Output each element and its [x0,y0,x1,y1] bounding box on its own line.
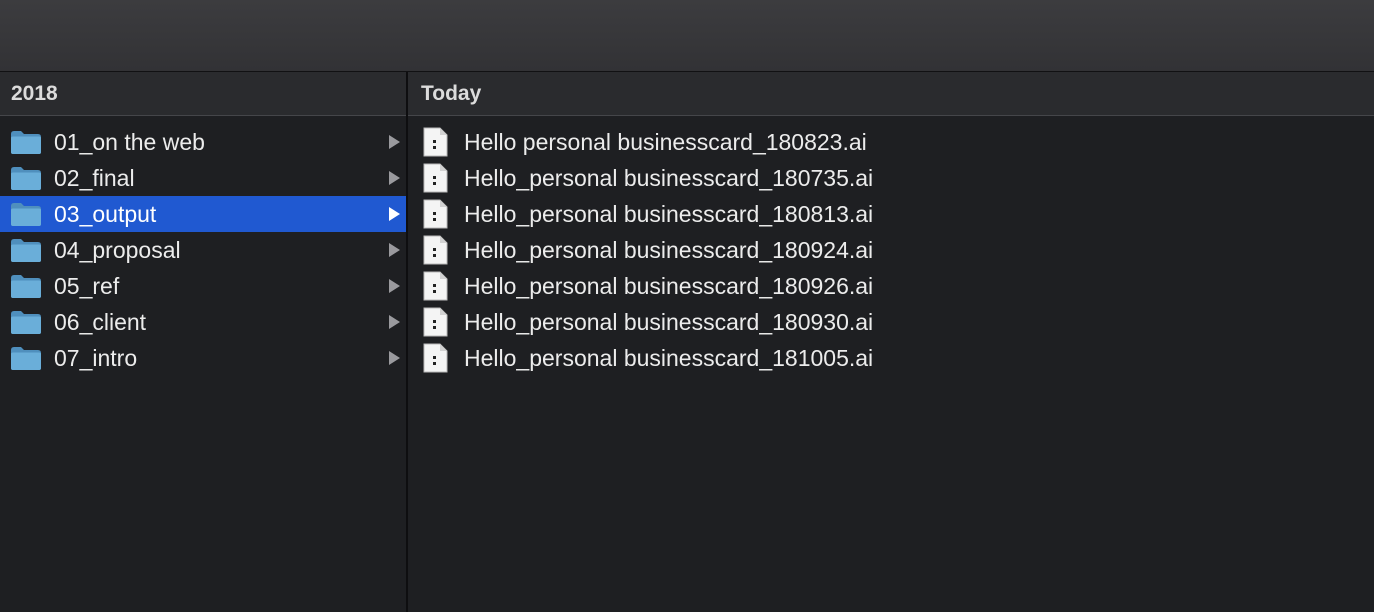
file-row[interactable]: Hello_personal businesscard_181005.ai [408,340,1374,376]
disclosure-arrow-icon [389,207,400,221]
file-row[interactable]: Hello_personal businesscard_180924.ai [408,232,1374,268]
document-icon [423,199,448,229]
disclosure-arrow-icon [389,135,400,149]
document-icon [423,127,448,157]
document-icon [423,235,448,265]
folder-row-07[interactable]: 07_intro [0,340,406,376]
file-label: Hello_personal businesscard_180735.ai [464,164,874,191]
folder-row-05[interactable]: 05_ref [0,268,406,304]
disclosure-arrow-icon [389,315,400,329]
folder-label: 05_ref [54,272,120,299]
folder-icon [11,131,41,154]
folder-icon [11,311,41,334]
disclosure-arrow-icon [389,351,400,365]
file-row[interactable]: Hello_personal businesscard_180926.ai [408,268,1374,304]
folder-list: 01_on the web 02_final 03_output 04_prop… [0,116,406,376]
file-row[interactable]: Hello personal businesscard_180823.ai [408,124,1374,160]
folder-label: 06_client [54,308,147,335]
folder-label: 03_output [54,200,157,227]
folder-label: 07_intro [54,344,138,371]
file-row[interactable]: Hello_personal businesscard_180930.ai [408,304,1374,340]
disclosure-arrow-icon [389,279,400,293]
folder-row-06[interactable]: 06_client [0,304,406,340]
file-label: Hello_personal businesscard_180813.ai [464,200,874,227]
file-label: Hello_personal businesscard_180924.ai [464,236,874,263]
folder-label: 04_proposal [54,236,181,263]
folder-row-03[interactable]: 03_output [0,196,406,232]
file-list: Hello personal businesscard_180823.ai He… [408,116,1374,376]
column-browser: 2018 01_on the web 02_final 03_output 04… [0,72,1374,612]
folder-label: 02_final [54,164,135,191]
folder-icon [11,239,41,262]
file-label: Hello_personal businesscard_181005.ai [464,344,874,371]
folder-row-04[interactable]: 04_proposal [0,232,406,268]
folder-label: 01_on the web [54,128,205,155]
column-header-today: Today [408,72,1374,116]
file-label: Hello_personal businesscard_180930.ai [464,308,874,335]
folder-row-01[interactable]: 01_on the web [0,124,406,160]
folder-row-02[interactable]: 02_final [0,160,406,196]
folder-icon [11,347,41,370]
disclosure-arrow-icon [389,243,400,257]
window-toolbar [0,0,1374,72]
folder-column: 2018 01_on the web 02_final 03_output 04… [0,72,408,612]
folder-icon [11,167,41,190]
folder-icon [11,203,41,226]
files-column: Today Hello personal businesscard_180823… [408,72,1374,612]
disclosure-arrow-icon [389,171,400,185]
file-row[interactable]: Hello_personal businesscard_180735.ai [408,160,1374,196]
column-header-2018: 2018 [0,72,406,116]
document-icon [423,163,448,193]
file-label: Hello_personal businesscard_180926.ai [464,272,874,299]
document-icon [423,343,448,373]
folder-icon [11,275,41,298]
file-label: Hello personal businesscard_180823.ai [464,128,867,155]
document-icon [423,271,448,301]
document-icon [423,307,448,337]
file-row[interactable]: Hello_personal businesscard_180813.ai [408,196,1374,232]
